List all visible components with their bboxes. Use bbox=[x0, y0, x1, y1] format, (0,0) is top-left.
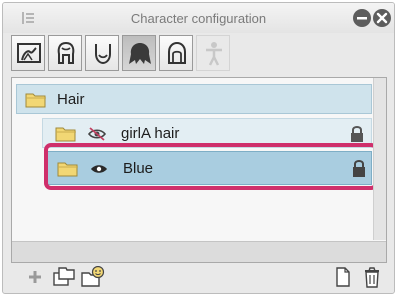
layer-label-girla-hair: girlA hair bbox=[121, 125, 180, 142]
new-folder-icon[interactable] bbox=[53, 267, 75, 287]
human-figure-icon bbox=[206, 42, 222, 66]
layer-label-hair: Hair bbox=[57, 91, 85, 108]
minimize-button[interactable] bbox=[353, 9, 371, 27]
hair-tab[interactable] bbox=[122, 35, 156, 71]
add-icon[interactable] bbox=[27, 269, 43, 285]
character-configuration-panel: Character configuration Hair girlA hair … bbox=[2, 2, 395, 294]
body-shape-tab[interactable] bbox=[11, 35, 45, 71]
folder-icon bbox=[25, 93, 46, 108]
close-button[interactable] bbox=[373, 9, 391, 27]
trash-icon[interactable] bbox=[363, 266, 381, 288]
eye-icon[interactable] bbox=[89, 161, 109, 176]
pose-tab[interactable] bbox=[196, 35, 230, 71]
new-folder-with-face-icon[interactable] bbox=[81, 266, 105, 287]
layer-label-blue: Blue bbox=[123, 160, 154, 177]
figure-frame-icon bbox=[17, 43, 41, 63]
hair-back-icon bbox=[57, 41, 75, 64]
eye-hidden-icon[interactable] bbox=[87, 126, 107, 141]
face-tab[interactable] bbox=[85, 35, 119, 71]
list-item-hair[interactable]: Hair bbox=[16, 84, 372, 114]
folder-icon bbox=[57, 162, 78, 177]
window-title: Character configuration bbox=[130, 11, 267, 26]
vertical-scrollbar[interactable] bbox=[373, 78, 386, 240]
face-icon bbox=[95, 44, 111, 65]
list-item-blue[interactable]: Blue bbox=[46, 151, 372, 185]
lock-icon[interactable] bbox=[349, 124, 365, 143]
list-item-girla-hair[interactable]: girlA hair bbox=[42, 118, 372, 148]
close-icon bbox=[376, 12, 388, 24]
headwear-tab[interactable] bbox=[159, 35, 193, 71]
hair-back-tab[interactable] bbox=[48, 35, 82, 71]
layer-list[interactable]: Hair girlA hair Blue bbox=[11, 77, 387, 263]
horizontal-scrollbar[interactable] bbox=[12, 241, 386, 262]
title-bar[interactable]: Character configuration bbox=[3, 3, 394, 33]
new-page-icon[interactable] bbox=[335, 267, 351, 287]
headwear-icon bbox=[168, 41, 186, 64]
minimize-icon bbox=[357, 17, 367, 20]
folder-icon bbox=[55, 127, 76, 142]
lock-icon[interactable] bbox=[351, 158, 367, 178]
hair-silhouette-icon bbox=[129, 43, 151, 64]
